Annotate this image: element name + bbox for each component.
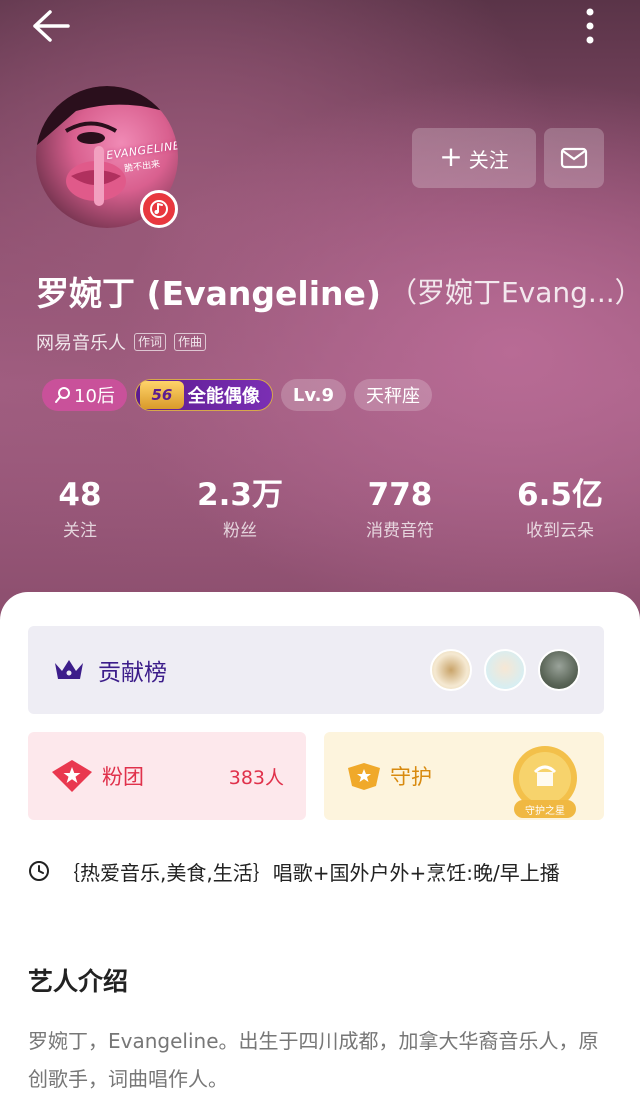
artist-role-row: 网易音乐人 作词 作曲 — [36, 329, 207, 355]
level-badge-label: Lv.9 — [292, 384, 335, 406]
contribution-ranking[interactable]: 贡献榜 — [28, 626, 604, 714]
guard-star-medal: 守护之星 — [502, 744, 588, 820]
music-note-icon — [150, 200, 168, 218]
musician-badge — [140, 190, 178, 228]
artist-name: 罗婉丁 (Evangeline) — [36, 274, 381, 313]
stat-label: 关注 — [63, 521, 97, 541]
stat-clouds-received[interactable]: 6.5亿 收到云朵 — [480, 476, 640, 546]
stat-following[interactable]: 48 关注 — [0, 476, 160, 546]
zodiac-badge[interactable]: 天秤座 — [354, 379, 433, 411]
stat-notes-spent[interactable]: 778 消费音符 — [320, 476, 480, 546]
stat-followers[interactable]: 2.3万 粉丝 — [160, 476, 320, 546]
contribution-title: 贡献榜 — [98, 660, 167, 686]
profile-content-card: 贡献榜 粉团 383人 守护 守护之星 ｛热爱音乐,美食,生活｝唱歌+国外户外+… — [0, 592, 640, 1098]
artist-alias[interactable]: （罗婉丁Evang...） — [389, 271, 626, 311]
level-badge[interactable]: Lv.9 — [280, 379, 347, 411]
fan-group-title: 粉团 — [102, 765, 144, 789]
badge-row: 10后 56 全能偶像 Lv.9 天秤座 — [42, 378, 433, 412]
contributor-avatar[interactable] — [484, 649, 526, 691]
stats-row: 48 关注 2.3万 粉丝 778 消费音符 6.5亿 收到云朵 — [0, 476, 640, 546]
clock-icon — [29, 861, 49, 881]
guard-medal-label: 守护之星 — [514, 800, 576, 818]
back-button[interactable] — [30, 8, 72, 44]
profile-header-background: EVANGELINE 脆不出来 + 关注 罗婉丁 (Evangeline) （罗… — [0, 0, 640, 640]
more-button[interactable] — [575, 4, 605, 48]
avatar-container[interactable]: EVANGELINE 脆不出来 — [36, 86, 178, 228]
stat-value: 2.3万 — [197, 477, 283, 513]
follow-button[interactable]: + 关注 — [412, 128, 536, 188]
zodiac-badge-label: 天秤座 — [366, 386, 421, 407]
stat-label: 消费音符 — [366, 521, 434, 541]
stat-value: 48 — [58, 477, 102, 513]
idol-badge[interactable]: 56 全能偶像 — [134, 379, 273, 411]
search-person-icon — [55, 387, 70, 403]
stat-value: 6.5亿 — [517, 477, 603, 513]
role-tag-lyricist: 作词 — [134, 333, 167, 351]
arrow-left-icon — [33, 10, 70, 42]
artist-role: 网易音乐人 — [36, 333, 126, 354]
more-vertical-icon — [586, 8, 594, 44]
message-button[interactable] — [544, 128, 604, 188]
guard-card[interactable]: 守护 守护之星 — [324, 732, 604, 820]
mail-icon — [560, 147, 588, 169]
stat-value: 778 — [367, 477, 433, 513]
contributor-avatar[interactable] — [538, 649, 580, 691]
contributor-avatar[interactable] — [430, 649, 472, 691]
contributor-avatars — [430, 649, 580, 691]
intro-title: 艺人介绍 — [28, 967, 129, 996]
idol-badge-label: 全能偶像 — [187, 386, 260, 407]
stat-label: 粉丝 — [223, 521, 257, 541]
live-schedule: ｛热爱音乐,美食,生活｝唱歌+国外户外+烹饪:晚/早上播 — [28, 856, 618, 886]
follow-label: 关注 — [468, 147, 509, 172]
fan-group-count: 383人 — [228, 766, 284, 789]
intro-body[interactable]: 罗婉丁，Evangeline。出生于四川成都，加拿大华裔音乐人，原创歌手，词曲唱… — [28, 1022, 608, 1098]
shield-star-icon — [348, 763, 380, 790]
age-badge[interactable]: 10后 — [42, 379, 127, 411]
crown-icon — [55, 660, 83, 679]
age-badge-label: 10后 — [74, 386, 115, 407]
plus-icon: + — [439, 140, 463, 173]
role-tag-composer: 作曲 — [174, 333, 207, 351]
fan-group-card[interactable]: 粉团 383人 — [28, 732, 306, 820]
idol-level-number: 56 — [139, 381, 184, 409]
stat-label: 收到云朵 — [526, 521, 594, 541]
artist-name-row: 罗婉丁 (Evangeline) （罗婉丁Evang...） — [36, 268, 626, 314]
diamond-star-icon — [52, 760, 92, 792]
live-schedule-text: ｛热爱音乐,美食,生活｝唱歌+国外户外+烹饪:晚/早上播 — [60, 860, 560, 885]
